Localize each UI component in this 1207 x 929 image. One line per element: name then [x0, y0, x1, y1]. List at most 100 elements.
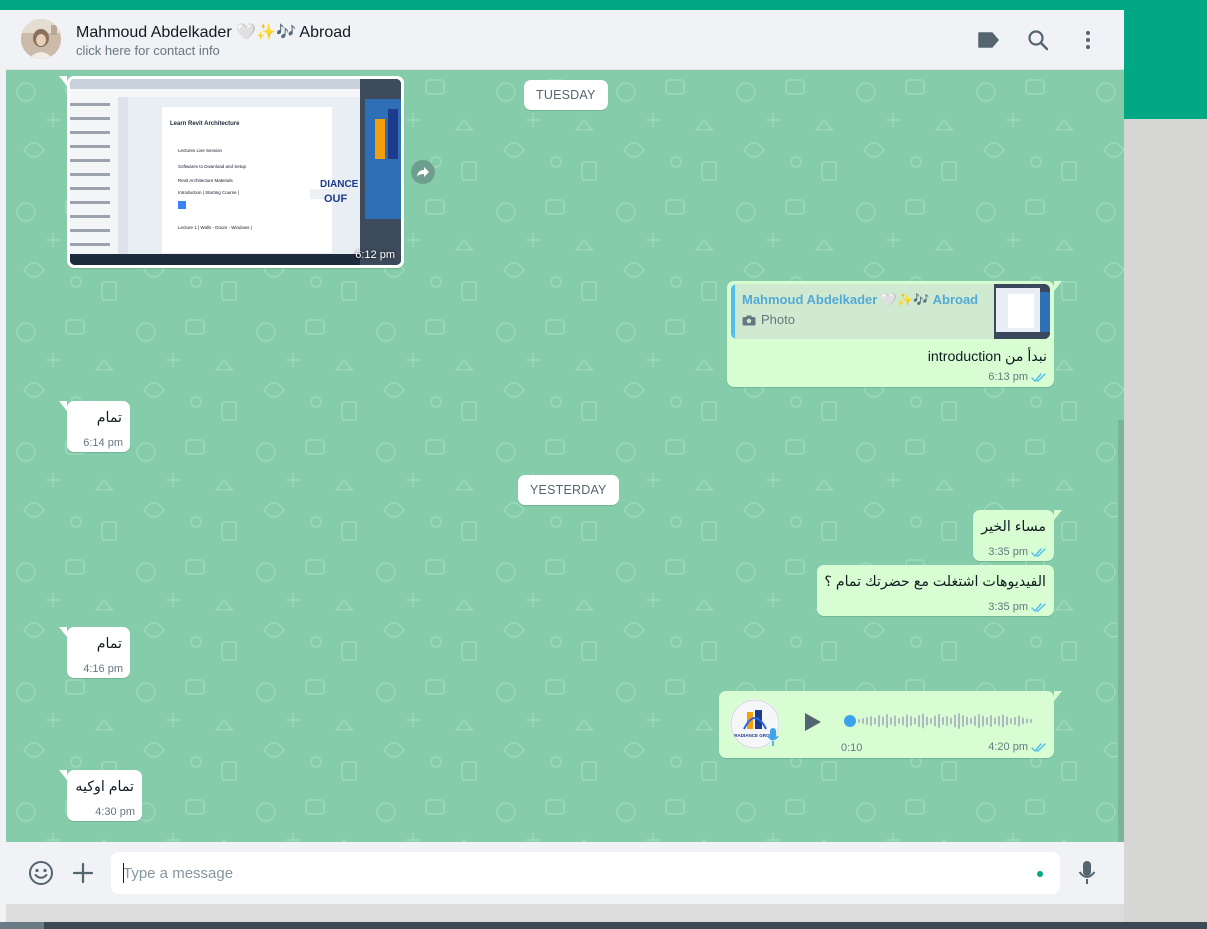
waveform-bar	[894, 715, 896, 727]
incoming-message[interactable]: تمام 6:14 pm	[59, 401, 130, 452]
voice-playhead[interactable]	[844, 715, 856, 727]
message-input-box[interactable]	[111, 852, 1060, 894]
waveform-bar	[870, 716, 872, 726]
attach-plus-icon[interactable]	[70, 860, 96, 886]
chat-header[interactable]: Mahmoud Abdelkader 🤍✨🎶 Abroad click here…	[6, 10, 1124, 70]
waveform-bar	[902, 716, 904, 726]
message-input[interactable]	[123, 852, 1023, 894]
read-ticks-icon	[1031, 548, 1046, 557]
waveform-bar	[874, 717, 876, 725]
waveform-bar	[946, 716, 948, 726]
waveform-bar	[934, 715, 936, 727]
waveform-bar	[938, 714, 940, 728]
waveform-bar	[1022, 717, 1024, 725]
reply-message[interactable]: Mahmoud Abdelkader 🤍✨🎶 Abroad Photo نبدأ…	[727, 281, 1062, 387]
emoji-icon[interactable]	[28, 860, 54, 886]
waveform-bar	[994, 717, 996, 725]
message-time: 4:16 pm	[83, 663, 123, 675]
read-ticks-icon	[1031, 603, 1046, 612]
waveform-bar	[1026, 718, 1028, 724]
search-icon[interactable]	[1026, 28, 1050, 52]
image-thumbnail[interactable]: Learn Revit Architecture Lectures Live S…	[70, 79, 401, 265]
contact-name[interactable]: Mahmoud Abdelkader 🤍✨🎶 Abroad	[76, 22, 351, 42]
scrollbar[interactable]	[1118, 420, 1124, 842]
waveform-bar	[970, 718, 972, 724]
waveform-bar	[862, 718, 864, 724]
day-separator-yesterday: YESTERDAY	[518, 475, 619, 505]
waveform-bar	[882, 716, 884, 726]
taskbar-strip	[0, 922, 1207, 929]
waveform-bar	[958, 713, 960, 729]
screen-item: Lecture 1 | Walls - Doors - Windows |	[178, 225, 252, 230]
waveform-bar	[1018, 715, 1020, 727]
image-message[interactable]: Learn Revit Architecture Lectures Live S…	[59, 76, 404, 268]
waveform-bar	[1030, 719, 1032, 723]
message-list[interactable]: TUESDAY Learn Revit Architecture Lecture…	[6, 70, 1124, 842]
outgoing-message[interactable]: مساء الخير 3:35 pm	[973, 510, 1062, 561]
screen-brand: DIANCE	[320, 179, 359, 190]
quoted-type: Photo	[761, 312, 795, 327]
waveform-bar	[866, 717, 868, 725]
window-background-right	[1124, 119, 1207, 922]
waveform-bar	[858, 719, 860, 723]
waveform-bar	[914, 717, 916, 725]
waveform-bar	[1002, 714, 1004, 728]
incoming-message[interactable]: تمام اوكيه 4:30 pm	[59, 770, 142, 821]
microphone-icon[interactable]	[1074, 860, 1100, 886]
waveform-bar	[878, 715, 880, 727]
camera-icon	[742, 313, 756, 326]
waveform-bar	[898, 718, 900, 724]
waveform-bar	[990, 715, 992, 727]
message-time: 4:30 pm	[95, 806, 135, 818]
waveform-bar	[1014, 717, 1016, 725]
microphone-badge-icon	[766, 727, 780, 747]
screen-item: Introduction | Starting Course |	[178, 190, 239, 195]
composer-bar	[6, 842, 1124, 904]
screen-item: Lectures Live Session	[178, 148, 223, 153]
screen-item: Revit Architecture Materials	[178, 178, 233, 183]
message-text: نبدأ من introduction	[927, 349, 1047, 365]
screen-item: Softwares to Download and Setup	[178, 164, 247, 169]
screen-title: Learn Revit Architecture	[170, 121, 240, 127]
waveform-bar	[998, 716, 1000, 726]
play-icon[interactable]	[801, 711, 823, 733]
waveform-bar	[886, 714, 888, 728]
message-time: 3:35 pm	[988, 601, 1028, 613]
read-ticks-icon	[1031, 743, 1046, 752]
quoted-message[interactable]: Mahmoud Abdelkader 🤍✨🎶 Abroad Photo	[731, 284, 1050, 339]
voice-duration: 0:10	[841, 742, 863, 754]
message-time: 3:35 pm	[988, 546, 1028, 558]
waveform-bar	[982, 715, 984, 727]
waveform-bar	[930, 718, 932, 724]
message-text: الفيديوهات اشتغلت مع حضرتك تمام ؟	[824, 574, 1046, 590]
contact-info-hint[interactable]: click here for contact info	[76, 43, 220, 58]
waveform-bar	[962, 715, 964, 727]
read-ticks-icon	[1031, 373, 1046, 382]
waveform-bar	[1006, 716, 1008, 726]
quoted-thumbnail	[994, 284, 1050, 339]
text-caret	[123, 863, 124, 883]
waveform-bar	[950, 717, 952, 725]
waveform-bar	[966, 716, 968, 726]
waveform-bar	[974, 716, 976, 726]
waveform-bar	[1010, 718, 1012, 724]
waveform-bar	[954, 714, 956, 728]
waveform-bar	[906, 714, 908, 728]
menu-dots-icon[interactable]	[1076, 28, 1100, 52]
status-dot	[1037, 871, 1043, 877]
incoming-message[interactable]: تمام 4:16 pm	[59, 627, 130, 678]
message-text: مساء الخير	[981, 519, 1046, 535]
message-time: 6:13 pm	[988, 371, 1028, 383]
waveform-bar	[890, 717, 892, 725]
voice-waveform[interactable]	[844, 709, 1034, 733]
voice-message[interactable]: RADIANCE GROUP 0:10 4:20 pm	[719, 691, 1062, 758]
waveform-bar	[942, 717, 944, 725]
message-text: تمام اوكيه	[75, 779, 134, 795]
waveform-bar	[922, 713, 924, 729]
contact-avatar[interactable]	[21, 19, 61, 59]
outgoing-message[interactable]: الفيديوهات اشتغلت مع حضرتك تمام ؟ 3:35 p…	[817, 565, 1054, 616]
message-text: تمام	[96, 410, 122, 426]
forward-icon[interactable]	[411, 160, 435, 184]
waveform-bar	[978, 714, 980, 728]
label-icon[interactable]	[976, 28, 1000, 52]
